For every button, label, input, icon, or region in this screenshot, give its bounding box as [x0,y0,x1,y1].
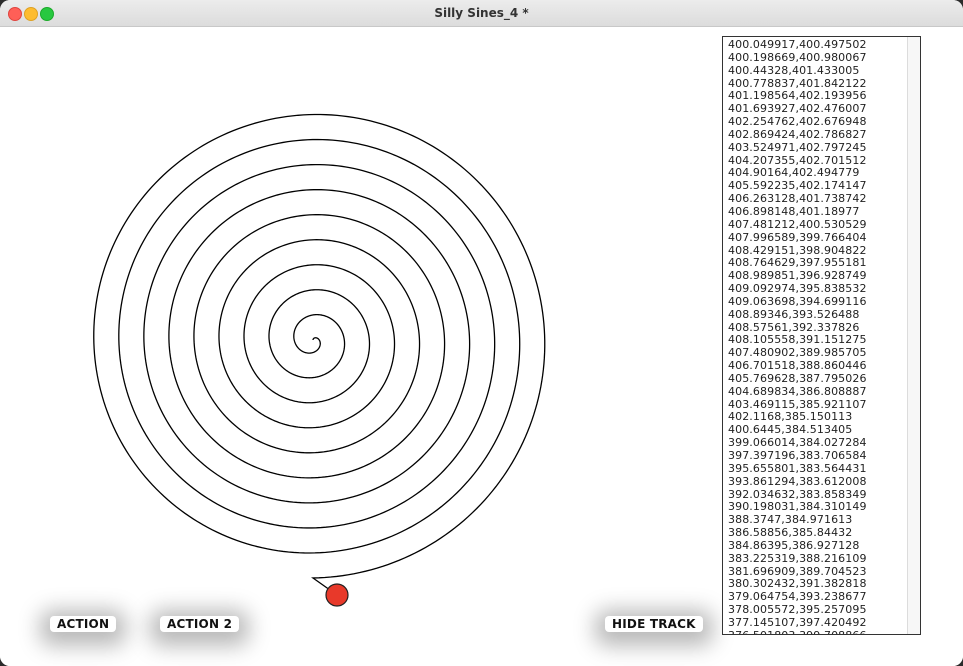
track-list-item: 403.524971,402.797245 [728,140,867,154]
track-list-item: 402.254762,402.676948 [728,115,867,129]
track-list-item: 383.225319,388.216109 [728,551,867,565]
action-button[interactable]: ACTION [50,616,117,632]
title-bar: Silly Sines_4 * [0,0,963,27]
track-list-item: 402.869424,402.786827 [728,127,867,141]
track-list-item: 408.89346,393.526488 [728,307,860,321]
track-list-item: 400.198669,400.980067 [728,50,867,64]
hide-track-button[interactable]: HIDE TRACK [605,616,703,632]
track-list-item: 386.58856,385.84432 [728,526,853,540]
list-scrollbar[interactable] [907,37,920,634]
track-list-item: 384.86395,386.927128 [728,538,860,552]
track-list-item: 406.898148,401.18977 [728,204,860,218]
track-list-item: 397.397196,383.706584 [728,449,867,462]
track-list-item: 395.655801,383.564431 [728,461,867,475]
window-title: Silly Sines_4 * [434,6,529,20]
track-list-item: 407.996589,399.766404 [728,230,867,244]
track-list-item: 393.861294,383.612008 [728,474,867,488]
track-list-item: 400.049917,400.497502 [728,38,867,51]
track-list-item: 407.481212,400.530529 [728,217,867,231]
track-list-item: 377.145107,397.420492 [728,615,867,629]
moving-ball-marker[interactable] [325,583,349,607]
track-list-item: 404.689834,386.808887 [728,384,867,398]
track-list-item: 409.092974,395.838532 [728,282,867,296]
app-window: Silly Sines_4 * ACTION ACTION 2 HIDE TRA… [0,0,963,666]
track-list-item: 406.701518,388.860446 [728,359,867,373]
track-coordinates-list[interactable]: 400.049917,400.497502 400.198669,400.9800… [722,36,921,635]
track-list-item: 405.769628,387.795026 [728,371,867,385]
track-list-item: 400.44328,401.433005 [728,63,860,77]
spiral-path [93,113,546,596]
action-2-button[interactable]: ACTION 2 [160,616,240,632]
track-coordinates-items: 400.049917,400.497502 400.198669,400.9800… [728,38,867,634]
track-list-item: 409.063698,394.699116 [728,294,867,308]
track-list-item: 376.501803,399.708866 [728,629,867,634]
